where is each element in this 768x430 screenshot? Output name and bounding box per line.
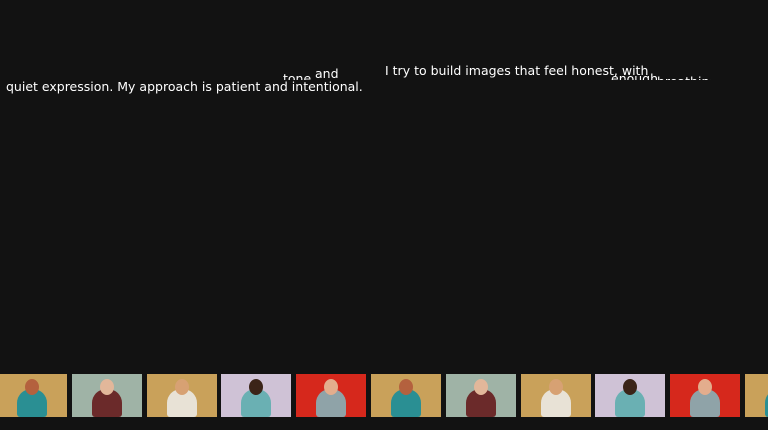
- portrait-head: [473, 379, 488, 395]
- animated-word-breathing: breathing: [657, 75, 711, 81]
- portrait-head: [548, 379, 563, 395]
- portrait-head: [698, 379, 713, 395]
- photo-thumb-flowing-coat-portrait[interactable]: [595, 374, 666, 417]
- photo-thumb-teal-fringe-portrait[interactable]: [745, 374, 768, 417]
- intro-sentence: I try to build images that feel honest, …: [385, 63, 649, 78]
- portrait-head: [25, 379, 39, 395]
- photo-thumb-white-tee-portrait[interactable]: [146, 374, 217, 417]
- photo-thumb-white-tee-portrait[interactable]: [520, 374, 591, 417]
- portrait-head: [99, 379, 114, 395]
- photo-thumb-dark-jacket-portrait[interactable]: [445, 374, 516, 417]
- animated-word-enough-mask: enough breathing: [611, 70, 711, 81]
- bottom-edge: [0, 417, 768, 430]
- photo-thumb-red-backdrop-portrait[interactable]: [296, 374, 367, 417]
- portrait-head: [399, 379, 413, 395]
- photo-marquee[interactable]: [0, 374, 768, 417]
- portrait-head: [174, 379, 189, 395]
- portrait-head: [324, 379, 339, 395]
- photo-thumb-teal-fringe-portrait[interactable]: [0, 374, 67, 417]
- approach-sentence: quiet expression. My approach is patient…: [6, 79, 363, 94]
- photo-thumb-flowing-coat-portrait[interactable]: [221, 374, 292, 417]
- portrait-head: [623, 379, 638, 395]
- animated-word-enough: enough: [611, 71, 659, 81]
- portrait-head: [249, 379, 264, 395]
- page: tone and I try to build images that feel…: [0, 0, 768, 430]
- photo-thumb-red-backdrop-portrait[interactable]: [670, 374, 741, 417]
- photo-thumb-teal-fringe-portrait[interactable]: [371, 374, 441, 417]
- photo-thumb-dark-jacket-portrait[interactable]: [71, 374, 142, 417]
